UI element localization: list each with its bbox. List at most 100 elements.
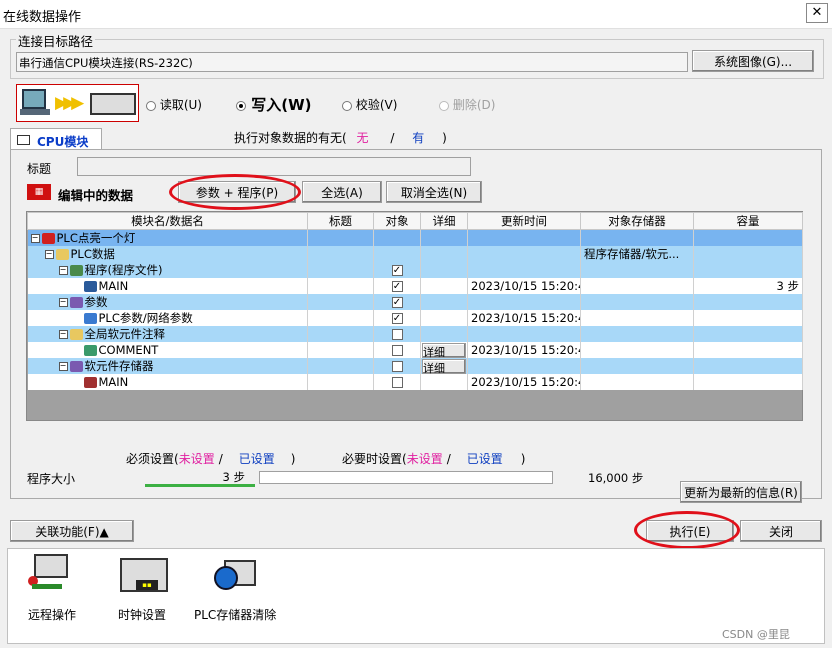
cell-title (307, 294, 374, 310)
connection-path-field: 串行通信CPU模块连接(RS-232C) (16, 52, 688, 72)
detail-button[interactable]: 详细 (422, 358, 466, 374)
cell-storage (580, 358, 694, 374)
related-item-remote-operation[interactable]: 远程操作 (22, 554, 84, 624)
row-name: MAIN (98, 375, 129, 389)
cell-target[interactable] (373, 326, 421, 342)
row-name: 参数 (84, 295, 108, 309)
verify-radio[interactable] (342, 100, 352, 111)
cell-storage: 程序存储器/软元... (580, 246, 694, 262)
table-row[interactable]: − 软元件存储器 详细 (27, 358, 803, 374)
program-size-bar (259, 471, 553, 484)
cell-target[interactable]: ✓ (373, 278, 421, 294)
cell-target[interactable]: ✓ (373, 262, 421, 278)
table-header-row: 模块名/数据名 标题 对象 详细 更新时间 对象存储器 容量 (27, 212, 803, 230)
table-row[interactable]: − 参数 ✓ (27, 294, 803, 310)
table-row[interactable]: − PLC数据 程序存储器/软元... (27, 246, 803, 262)
col-header-update-time[interactable]: 更新时间 (467, 212, 581, 230)
table-row[interactable]: MAIN ✓ 2023/10/15 15:20:46 3 步 (27, 278, 803, 294)
collapse-toggle-icon[interactable]: − (58, 298, 68, 307)
cell-detail (420, 310, 468, 326)
col-header-name[interactable]: 模块名/数据名 (27, 212, 308, 230)
target-checkbox[interactable]: ✓ (391, 313, 403, 324)
cell-size (693, 342, 803, 358)
target-checkbox[interactable] (391, 377, 403, 388)
target-checkbox[interactable]: ✓ (391, 281, 403, 292)
target-checkbox[interactable] (391, 361, 403, 372)
mode-option-verify[interactable]: 校验(V) (342, 96, 397, 113)
detail-button[interactable]: 详细 (422, 342, 466, 358)
cell-storage (580, 326, 694, 342)
window-close-button[interactable]: ✕ (806, 3, 828, 23)
read-radio[interactable] (146, 100, 156, 111)
row-name: PLC点亮一个灯 (56, 231, 136, 245)
cell-name: COMMENT (27, 342, 308, 358)
col-header-detail[interactable]: 详细 (420, 212, 468, 230)
select-all-button[interactable]: 全选(A) (302, 181, 382, 203)
cell-name: − 参数 (27, 294, 308, 310)
cell-update-time (467, 229, 581, 246)
table-row[interactable]: PLC参数/网络参数 ✓ 2023/10/15 15:20:46 (27, 310, 803, 326)
cell-target[interactable] (373, 374, 421, 390)
title-input[interactable] (77, 157, 471, 176)
cell-size (693, 374, 803, 390)
row-name: MAIN (98, 279, 129, 293)
cell-storage (580, 342, 694, 358)
cell-target[interactable] (373, 358, 421, 374)
target-checkbox[interactable]: ✓ (391, 297, 403, 308)
target-checkbox[interactable] (391, 345, 403, 356)
mode-option-delete: 删除(D) (439, 96, 495, 113)
collapse-toggle-icon[interactable]: − (44, 250, 54, 259)
collapse-toggle-icon[interactable]: − (30, 234, 40, 243)
table-row[interactable]: MAIN 2023/10/15 15:20:47 (27, 374, 803, 390)
cell-title (307, 374, 374, 390)
tab-cpu-module[interactable]: CPU模块 (10, 128, 102, 150)
cell-target[interactable] (373, 342, 421, 358)
table-row[interactable]: COMMENT 详细 2023/10/15 15:20:46 (27, 342, 803, 358)
cell-name: − PLC数据 (27, 246, 308, 262)
row-name: 软元件存储器 (84, 359, 154, 373)
cell-size (693, 294, 803, 310)
required-settings: 必须设置(未设置 / 已设置) (126, 452, 296, 466)
cell-target[interactable]: ✓ (373, 310, 421, 326)
close-button[interactable]: 关闭 (740, 520, 822, 542)
cell-update-time (467, 326, 581, 342)
collapse-toggle-icon[interactable]: − (58, 266, 68, 275)
cell-name: MAIN (27, 374, 308, 390)
collapse-toggle-icon[interactable]: − (58, 330, 68, 339)
annotation-circle-params (169, 174, 301, 210)
table-row[interactable]: − 程序(程序文件) ✓ (27, 262, 803, 278)
table-row[interactable]: − 全局软元件注释 (27, 326, 803, 342)
cell-size (693, 246, 803, 262)
deselect-all-button[interactable]: 取消全选(N) (386, 181, 482, 203)
target-checkbox[interactable] (391, 329, 403, 340)
related-item-plc-memory-clear[interactable]: PLC存储器清除 (192, 554, 282, 624)
col-header-storage[interactable]: 对象存储器 (580, 212, 694, 230)
cell-size (693, 229, 803, 246)
write-radio[interactable] (236, 100, 246, 111)
cell-target[interactable]: ✓ (373, 294, 421, 310)
row-name: PLC数据 (70, 247, 115, 261)
system-image-button[interactable]: 系统图像(G)... (692, 50, 814, 72)
plc-memory-clear-icon (214, 558, 256, 592)
cell-update-time: 2023/10/15 15:20:46 (467, 342, 581, 358)
cell-storage (580, 294, 694, 310)
collapse-toggle-icon[interactable]: − (58, 362, 68, 371)
cell-update-time (467, 294, 581, 310)
transfer-graphic: ▶▶▶ (16, 84, 139, 122)
mode-option-write[interactable]: 写入(W) (236, 94, 312, 115)
target-checkbox[interactable]: ✓ (391, 265, 403, 276)
update-info-button[interactable]: 更新为最新的信息(R) (680, 481, 802, 503)
table-row[interactable]: − PLC点亮一个灯 (27, 229, 803, 246)
parameter-folder-icon (69, 297, 83, 308)
col-header-size[interactable]: 容量 (693, 212, 803, 230)
col-header-title[interactable]: 标题 (307, 212, 374, 230)
related-item-clock-setting[interactable]: ▪▪ 时钟设置 (116, 554, 178, 624)
comment-file-icon (83, 345, 97, 356)
cell-title (307, 229, 374, 246)
mode-option-read[interactable]: 读取(U) (146, 96, 202, 113)
related-functions-button[interactable]: 关联功能(F)▲ (10, 520, 134, 542)
col-header-target[interactable]: 对象 (373, 212, 421, 230)
cell-target[interactable] (373, 229, 421, 246)
cell-target[interactable] (373, 246, 421, 262)
cell-detail (420, 278, 468, 294)
